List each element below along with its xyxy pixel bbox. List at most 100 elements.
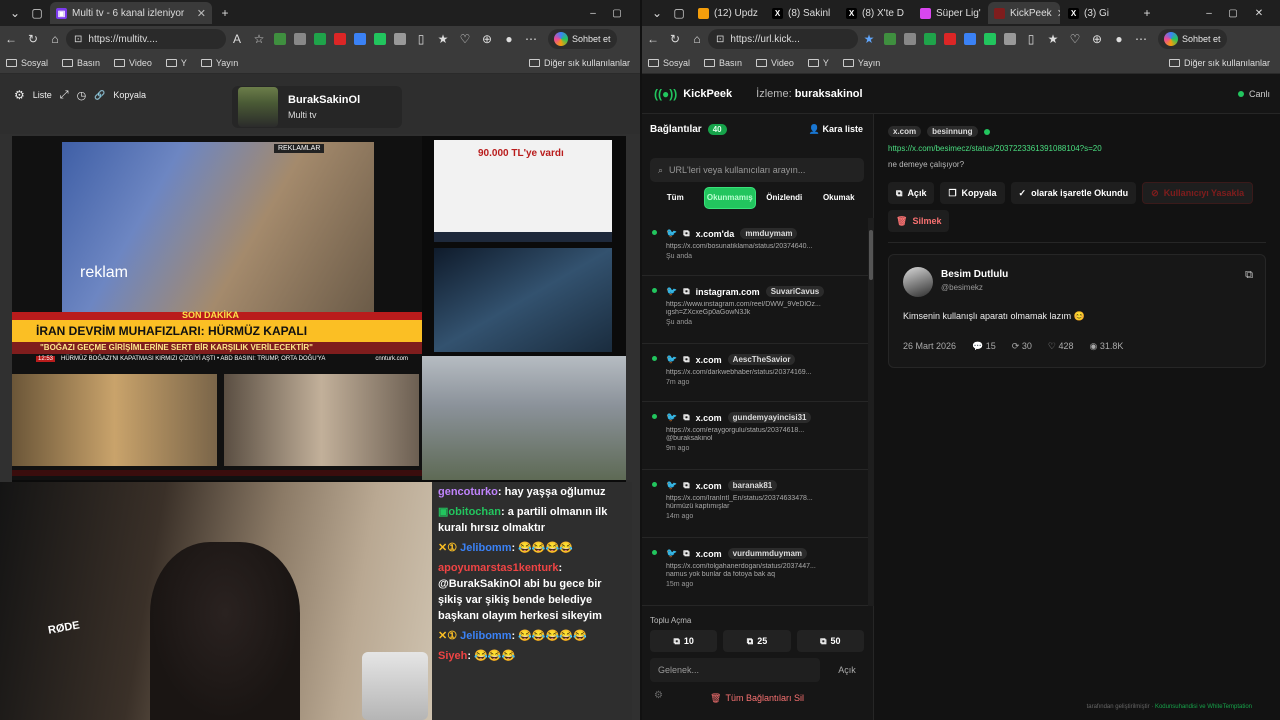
favorites-icon[interactable]: ★ [432, 28, 454, 50]
stream-news[interactable]: REKLAMLAR reklam SON DAKİKA İRAN DEVRİM … [12, 136, 422, 480]
browser-essentials-icon[interactable]: ⊕ [476, 28, 498, 50]
favorite-icon[interactable]: ☆ [248, 28, 270, 50]
refresh-icon[interactable]: ↻ [664, 28, 686, 50]
blacklist-button[interactable]: 👤 Kara liste [809, 124, 863, 135]
more-menu-icon[interactable]: ⋯ [1130, 28, 1152, 50]
copy-link-icon[interactable]: 🔗 [94, 90, 105, 101]
bookmark-folder[interactable]: Y [807, 58, 829, 68]
home-icon[interactable]: ⌂ [686, 28, 708, 50]
extension-icon[interactable] [944, 33, 956, 45]
close-window-icon[interactable]: ✕ [1248, 2, 1270, 24]
chat-user[interactable]: apoyumarstas1kenturk [438, 562, 558, 574]
tab-updz[interactable]: (12) Updz [692, 2, 764, 24]
open-25-button[interactable]: ⧉ 25 [723, 630, 791, 652]
stream-car-woman[interactable] [434, 248, 612, 352]
read-aloud-icon[interactable]: A [226, 28, 248, 50]
filter-read[interactable]: Okumak [814, 188, 865, 208]
stream-boy-hat[interactable] [12, 374, 217, 466]
extension-icon[interactable] [354, 33, 366, 45]
bookmark-folder[interactable]: Y [165, 58, 187, 68]
list-item[interactable]: 🐦 ⧉ x.com vurdummduymam https://x.com/tolga… [642, 538, 868, 606]
maximize-icon[interactable]: ▢ [1222, 2, 1244, 24]
list-button[interactable]: Liste [33, 90, 52, 100]
scroll-thumb[interactable] [869, 230, 873, 280]
tab-github[interactable]: X (3) Gi [1062, 2, 1128, 24]
new-tab-icon[interactable]: + [1136, 2, 1158, 24]
ban-user-button[interactable]: ⊘ Kullanıcıyı Yasakla [1142, 182, 1254, 204]
sync-icon[interactable]: ◷ [77, 89, 87, 102]
bookmark-folder[interactable]: Video [756, 58, 794, 68]
back-icon[interactable]: ← [0, 28, 22, 50]
tab-multitv[interactable]: ▣ Multi tv - 6 kanal izleniyor ✕ [50, 2, 212, 24]
minimize-icon[interactable]: – [582, 2, 604, 24]
stream-women[interactable] [224, 374, 419, 466]
custom-count-input[interactable]: Gelenek... [650, 658, 820, 682]
browser-essentials-icon[interactable]: ⊕ [1086, 28, 1108, 50]
bookmark-folder[interactable]: Yayın [842, 58, 880, 68]
split-screen-icon[interactable]: ▯ [1020, 28, 1042, 50]
stream-city-view[interactable] [422, 356, 626, 480]
chat-user[interactable]: obitochan [448, 506, 501, 518]
extension-icon[interactable] [964, 33, 976, 45]
profile-avatar[interactable]: ● [498, 28, 520, 50]
list-item[interactable]: 🐦 ⧉ x.com gundemyayincisi31 https://x.com/e… [642, 402, 868, 470]
tab-super-lig[interactable]: Süper Lig' [914, 2, 986, 24]
new-tab-icon[interactable]: + [214, 2, 236, 24]
extension-icon[interactable] [884, 33, 896, 45]
list-item[interactable]: 🐦 ⧉ x.com'da mmduymam https://x.com/bosunat… [642, 218, 868, 276]
copilot-chat-button[interactable]: Sohbet et [1158, 29, 1227, 49]
extension-icon[interactable] [904, 33, 916, 45]
refresh-icon[interactable]: ↻ [22, 28, 44, 50]
extension-icon[interactable] [294, 33, 306, 45]
other-favorites-folder[interactable]: Diğer sık kullanılanlar [1168, 58, 1270, 68]
tab-kickpeek[interactable]: KickPeek ✕ [988, 2, 1060, 24]
open-10-button[interactable]: ⧉ 10 [650, 630, 718, 652]
extension-icon[interactable] [314, 33, 326, 45]
filter-previewed[interactable]: Önizlendi [759, 188, 810, 208]
extension-icon[interactable] [924, 33, 936, 45]
site-info-icon[interactable]: ⊡ [74, 34, 82, 45]
more-menu-icon[interactable]: ⋯ [520, 28, 542, 50]
copilot-chat-button[interactable]: Sohbet et [548, 29, 617, 49]
channel-card[interactable]: BurakSakinOl Multi tv [232, 86, 402, 128]
bookmark-folder[interactable]: Video [114, 58, 152, 68]
chat-user[interactable]: Jelibomm [460, 630, 511, 642]
minimize-icon[interactable]: – [1198, 2, 1220, 24]
settings-gear-icon[interactable]: ⚙ [654, 690, 663, 701]
extension-icon[interactable] [984, 33, 996, 45]
search-input[interactable]: ⌕ URL'leri veya kullanıcıları arayın... [650, 158, 864, 182]
stream-price-chart[interactable]: 90.000 TL'ye vardı [434, 140, 612, 242]
back-icon[interactable]: ← [642, 28, 664, 50]
extension-icon[interactable] [394, 33, 406, 45]
mark-read-button[interactable]: ✓ olarak işaretle Okundu [1010, 182, 1137, 204]
extension-icon[interactable] [334, 33, 346, 45]
collections-icon[interactable]: ♡ [1064, 28, 1086, 50]
site-info-icon[interactable]: ⊡ [716, 34, 724, 45]
extension-icon[interactable] [274, 33, 286, 45]
delete-button[interactable]: 🗑 Silmek [888, 210, 950, 232]
split-screen-icon[interactable]: ▯ [410, 28, 432, 50]
filter-all[interactable]: Tüm [650, 188, 701, 208]
detail-url[interactable]: https://x.com/besimecz/status/2037223361… [888, 144, 1102, 153]
open-button[interactable]: ⧉ Açık [888, 182, 935, 204]
copy-button[interactable]: ❐ Kopyala [940, 182, 1005, 204]
other-favorites-folder[interactable]: Diğer sık kullanılanlar [528, 58, 630, 68]
copy-button[interactable]: Kopyala [113, 90, 146, 100]
bookmark-folder[interactable]: Yayın [200, 58, 238, 68]
maximize-icon[interactable]: ▢ [606, 2, 628, 24]
tab-x-sakinl[interactable]: X (8) Sakinl [766, 2, 838, 24]
filter-unread[interactable]: Okunmamış [704, 188, 755, 208]
collections-icon[interactable]: ♡ [454, 28, 476, 50]
bookmark-folder[interactable]: Sosyal [6, 58, 48, 68]
chat-user[interactable]: Siyeh [438, 650, 467, 662]
tab-actions-icon[interactable]: ⌄ [646, 2, 668, 24]
list-item[interactable]: 🐦 ⧉ x.com baranak81 https://x.com/IranIntl_… [642, 470, 868, 538]
extension-icon[interactable] [1004, 33, 1016, 45]
bookmark-folder[interactable]: Basın [704, 58, 742, 68]
tab-x-xte[interactable]: X (8) X'te D [840, 2, 912, 24]
bookmark-folder[interactable]: Basın [62, 58, 100, 68]
open-custom-button[interactable]: Açık [830, 658, 864, 682]
tweet-preview[interactable]: Besim Dutlulu @besimekz ⧉ Kimsenin kulla… [888, 254, 1266, 368]
workspaces-icon[interactable]: ▢ [26, 2, 48, 24]
favorites-icon[interactable]: ★ [1042, 28, 1064, 50]
